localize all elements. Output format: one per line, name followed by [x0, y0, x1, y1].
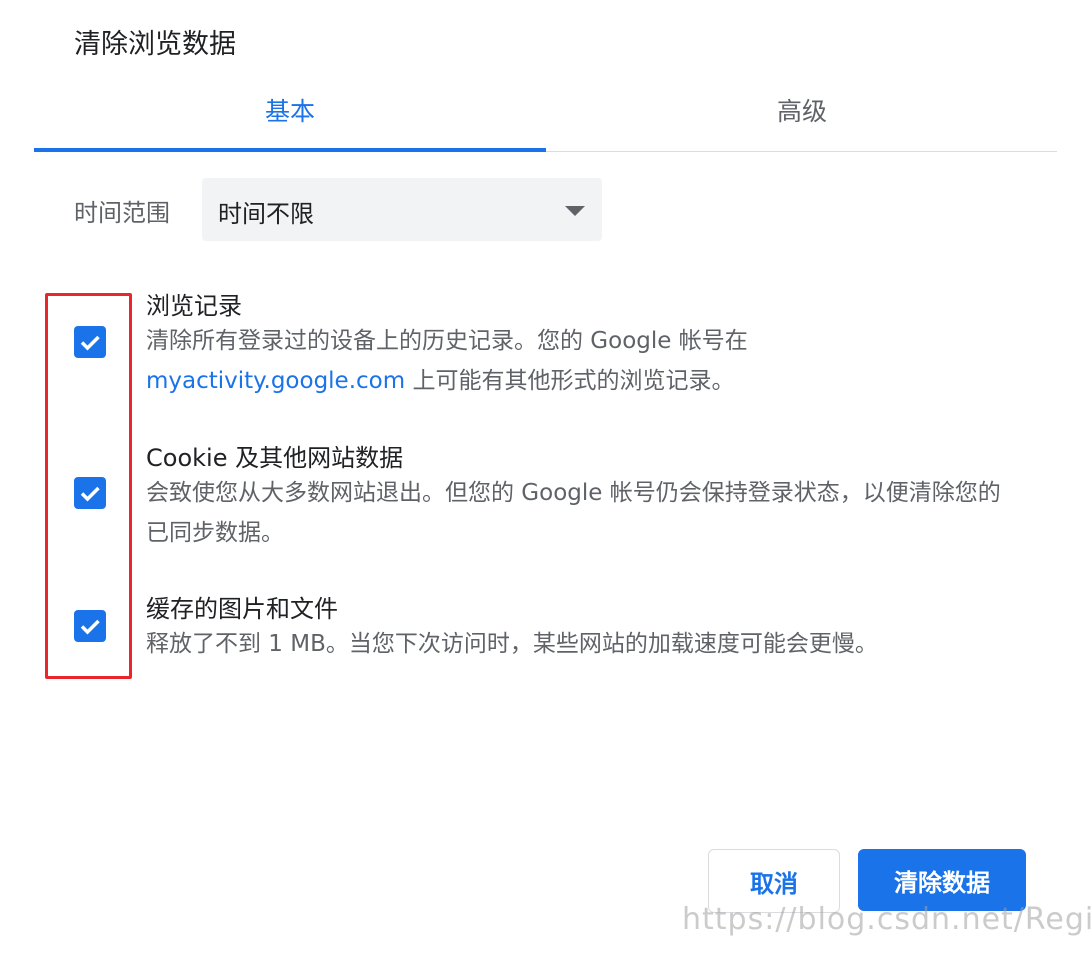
check-icon — [74, 610, 106, 642]
time-range-label: 时间范围 — [74, 193, 170, 228]
watermark: https://blog.csdn.net/Regino — [682, 902, 1092, 937]
check-icon — [74, 477, 106, 509]
checkbox-cookies[interactable] — [74, 477, 106, 509]
item-title-browsing-history: 浏览记录 — [146, 286, 242, 321]
time-range-value: 时间不限 — [218, 194, 314, 229]
tab-basic[interactable]: 基本 — [34, 92, 546, 128]
check-icon — [74, 326, 106, 358]
item-desc-browsing-history: 清除所有登录过的设备上的历史记录。您的 Google 帐号在 myactivity… — [146, 321, 1026, 401]
dropdown-caret-icon — [565, 206, 585, 216]
active-tab-indicator — [34, 148, 546, 152]
item-desc-cookies: 会致使您从大多数网站退出。但您的 Google 帐号仍会保持登录状态，以便清除您… — [146, 473, 1006, 553]
desc-text: 清除所有登录过的设备上的历史记录。您的 Google 帐号在 — [146, 328, 748, 354]
item-desc-cache: 释放了不到 1 MB。当您下次访问时，某些网站的加载速度可能会更慢。 — [146, 624, 1026, 664]
checkbox-browsing-history[interactable] — [74, 326, 106, 358]
desc-text: 上可能有其他形式的浏览记录。 — [405, 368, 734, 394]
tab-advanced[interactable]: 高级 — [546, 92, 1058, 128]
myactivity-link[interactable]: myactivity.google.com — [146, 368, 405, 394]
item-title-cookies: Cookie 及其他网站数据 — [146, 438, 403, 473]
checkbox-cache[interactable] — [74, 610, 106, 642]
dialog-title: 清除浏览数据 — [74, 22, 236, 61]
item-title-cache: 缓存的图片和文件 — [146, 589, 338, 624]
time-range-select[interactable]: 时间不限 — [202, 178, 602, 241]
